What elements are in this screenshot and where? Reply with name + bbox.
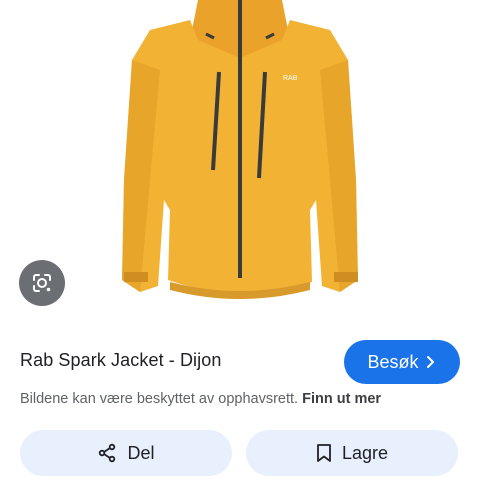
save-label: Lagre [341, 442, 389, 463]
product-image[interactable]: RAB [0, 0, 480, 320]
share-button[interactable]: Del [20, 430, 232, 476]
share-icon [97, 443, 117, 463]
brand-logo: RAB [283, 75, 298, 82]
save-button[interactable]: Lagre [246, 430, 458, 476]
chevron-right-icon [425, 355, 437, 369]
share-label: Del [127, 442, 155, 463]
visit-button[interactable]: Besøk [344, 340, 460, 384]
jacket-illustration: RAB [122, 0, 358, 299]
google-lens-button[interactable] [19, 260, 65, 306]
image-result-screen: RAB Rab Spark Jacket - Dijon Besøk Bilde… [0, 0, 480, 480]
bookmark-icon [316, 443, 332, 463]
google-lens-icon [30, 271, 54, 295]
learn-more-link[interactable]: Finn ut mer [302, 391, 381, 407]
product-title: Rab Spark Jacket - Dijon [20, 350, 222, 370]
visit-button-label: Besøk [367, 351, 419, 372]
copyright-text: Bildene kan være beskyttet av opphavsret… [20, 391, 299, 407]
copyright-notice: Bildene kan være beskyttet av opphavsret… [20, 391, 381, 407]
